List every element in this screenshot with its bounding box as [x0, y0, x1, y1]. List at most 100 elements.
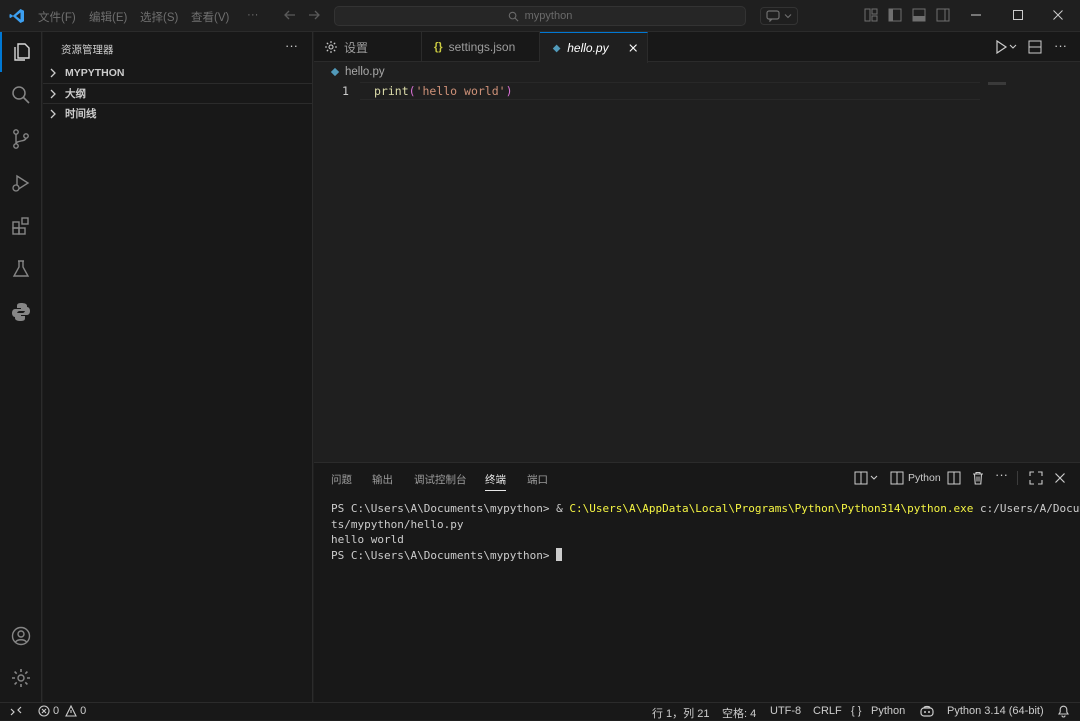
- error-icon: [38, 705, 50, 717]
- toggle-secondary-sidebar-icon[interactable]: [936, 8, 952, 24]
- sidebar-more-actions[interactable]: ···: [285, 38, 298, 53]
- line-ending[interactable]: CRLF: [813, 705, 842, 717]
- source-control-icon[interactable]: [0, 119, 42, 159]
- explorer-sidebar: 资源管理器 ··· MYPYTHON 大纲 时间线: [43, 32, 313, 702]
- editor-tabs: 设置 {} settings.json hello.py ···: [314, 32, 1080, 63]
- chevron-down-icon: [784, 14, 792, 19]
- terminal-shell-selector[interactable]: Python: [890, 471, 941, 485]
- python-interpreter[interactable]: Python 3.14 (64-bit): [947, 705, 1044, 717]
- terminal-prompt: PS C:\Users\A\Documents\mypython>: [331, 548, 557, 562]
- explorer-icon[interactable]: [0, 32, 42, 72]
- problems-indicator[interactable]: 0 0: [38, 705, 86, 717]
- python-extension-icon[interactable]: [0, 292, 42, 332]
- testing-flask-icon[interactable]: [0, 249, 42, 289]
- section-outline[interactable]: 大纲: [43, 83, 313, 103]
- chevron-right-icon: [49, 109, 61, 119]
- copilot-icon[interactable]: [919, 704, 935, 718]
- tab-settings-json[interactable]: {} settings.json: [422, 32, 540, 62]
- section-mypython[interactable]: MYPYTHON: [43, 63, 313, 83]
- account-icon[interactable]: [0, 616, 42, 656]
- menu-view[interactable]: 查看(V): [191, 9, 229, 25]
- toggle-primary-sidebar-icon[interactable]: [888, 8, 904, 24]
- remote-indicator-icon[interactable]: [10, 704, 22, 718]
- menu-selection[interactable]: 选择(S): [140, 9, 178, 25]
- terminal-arg: c:/Users/A/Documen: [980, 502, 1080, 515]
- terminal-line: hello world: [331, 533, 404, 546]
- code-paren-close: ): [505, 84, 513, 98]
- customize-layout-icon[interactable]: [864, 8, 880, 24]
- tab-label: 设置: [344, 40, 369, 55]
- section-label: MYPYTHON: [65, 67, 125, 79]
- terminal-layout-icon: [890, 471, 904, 485]
- split-terminal-icon[interactable]: [947, 471, 961, 485]
- menu-edit[interactable]: 编辑(E): [89, 9, 127, 25]
- gear-icon: [325, 41, 337, 53]
- new-terminal-split-icon[interactable]: [854, 471, 880, 485]
- kill-terminal-trash-icon[interactable]: [971, 471, 985, 485]
- run-python-file-icon[interactable]: [995, 40, 1019, 54]
- close-panel-icon[interactable]: [1054, 471, 1066, 485]
- code-string: 'hello world': [415, 84, 506, 98]
- copilot-button[interactable]: [760, 7, 798, 25]
- code-line[interactable]: print('hello world'): [374, 84, 513, 98]
- encoding[interactable]: UTF-8: [770, 705, 801, 717]
- close-window-icon[interactable]: [1052, 8, 1064, 22]
- chevron-right-icon: [49, 89, 61, 99]
- extensions-icon[interactable]: [0, 206, 42, 246]
- close-icon[interactable]: [629, 43, 637, 53]
- terminal-output[interactable]: PS C:\Users\A\Documents\mypython> & C:\U…: [331, 501, 1080, 563]
- panel-tab-ports[interactable]: 端口: [527, 472, 548, 487]
- breadcrumb-file[interactable]: hello.py: [345, 66, 385, 78]
- python-file-icon: [330, 67, 340, 77]
- tab-label: hello.py: [567, 41, 609, 55]
- notifications-bell-icon[interactable]: [1057, 704, 1070, 718]
- panel-tab-terminal[interactable]: 终端: [485, 472, 506, 491]
- code-editor[interactable]: 1 print('hello world'): [314, 82, 1080, 462]
- python-file-icon: [552, 44, 561, 52]
- minimize-icon[interactable]: [970, 8, 982, 22]
- error-count: 0: [53, 705, 60, 717]
- panel-divider: [1017, 471, 1018, 485]
- warning-icon: [65, 705, 78, 717]
- code-function: print: [374, 84, 409, 98]
- maximize-panel-icon[interactable]: [1029, 471, 1043, 485]
- sidebar-title: 资源管理器: [61, 44, 114, 56]
- panel-tab-problems[interactable]: 问题: [331, 472, 352, 487]
- tab-label: settings.json: [448, 40, 516, 54]
- terminal-line: ts/mypython/hello.py: [331, 517, 464, 531]
- language-braces[interactable]: { }: [851, 705, 861, 717]
- editor-more-actions[interactable]: ···: [1054, 38, 1067, 53]
- shell-label: Python: [908, 472, 941, 484]
- tab-settings[interactable]: 设置: [314, 32, 422, 62]
- section-timeline[interactable]: 时间线: [43, 103, 313, 123]
- run-debug-icon[interactable]: [0, 163, 42, 203]
- section-label: 时间线: [65, 108, 97, 120]
- search-activity-icon[interactable]: [0, 75, 42, 115]
- command-center-search[interactable]: mypython: [334, 6, 746, 26]
- indentation[interactable]: 空格: 4: [722, 705, 756, 721]
- back-arrow-icon[interactable]: [283, 8, 297, 22]
- terminal-exe-path: C:\Users\A\AppData\Local\Programs\Python…: [569, 502, 974, 515]
- maximize-icon[interactable]: [1012, 8, 1024, 22]
- cursor-position[interactable]: 行 1，列 21: [652, 705, 709, 721]
- panel-tab-debug-console[interactable]: 调试控制台: [414, 472, 467, 487]
- menu-file[interactable]: 文件(F): [38, 9, 76, 25]
- section-label: 大纲: [65, 88, 86, 100]
- manage-gear-icon[interactable]: [0, 658, 42, 698]
- language-mode[interactable]: Python: [871, 705, 905, 717]
- tab-hello-py[interactable]: hello.py: [540, 32, 648, 63]
- split-editor-icon[interactable]: [1028, 40, 1042, 54]
- breadcrumb[interactable]: hello.py: [330, 66, 385, 78]
- json-braces-icon: {}: [434, 41, 443, 53]
- minimap[interactable]: [988, 82, 1006, 85]
- forward-arrow-icon[interactable]: [307, 8, 321, 22]
- terminal-more-actions[interactable]: ···: [995, 467, 1008, 482]
- menu-more[interactable]: ···: [247, 9, 259, 21]
- activity-bar: [0, 32, 42, 702]
- terminal-prompt: PS C:\Users\A\Documents\mypython> &: [331, 502, 570, 515]
- status-bar: 0 0 行 1，列 21 空格: 4 UTF-8 CRLF { } Python…: [0, 702, 1080, 720]
- vscode-logo-icon: [9, 8, 25, 24]
- bottom-panel: 问题 输出 调试控制台 终端 端口 Python ··· PS C:\Users…: [314, 462, 1080, 702]
- toggle-panel-icon[interactable]: [912, 8, 928, 24]
- panel-tab-output[interactable]: 输出: [372, 472, 393, 487]
